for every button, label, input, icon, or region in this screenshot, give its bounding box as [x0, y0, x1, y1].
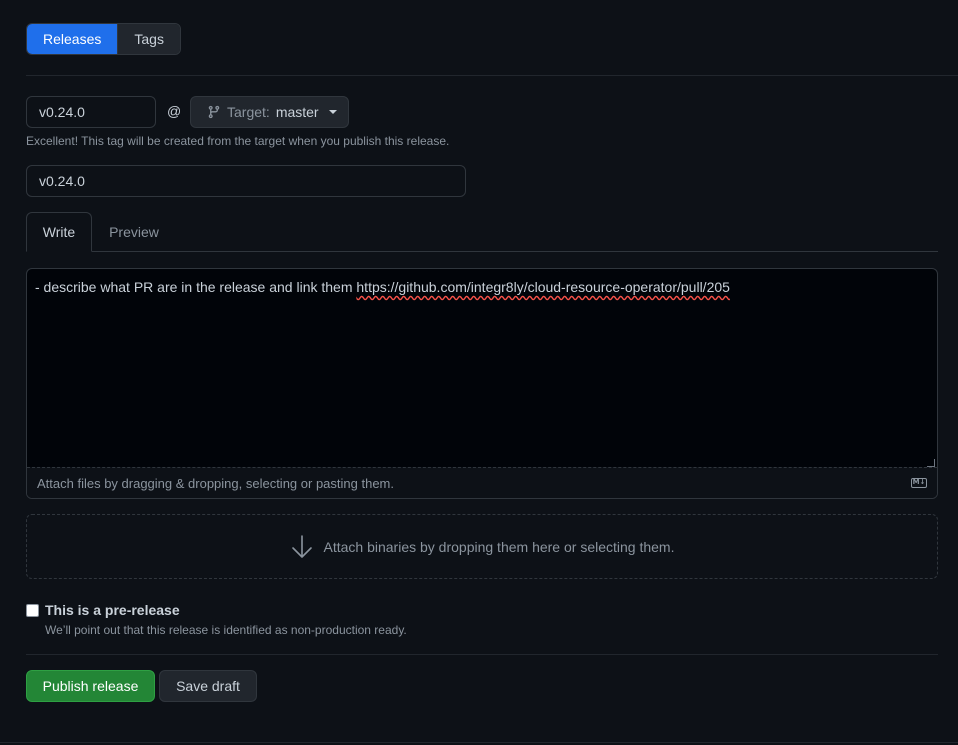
attach-files-text: Attach files by dragging & dropping, sel…	[37, 476, 394, 491]
at-symbol: @	[167, 103, 182, 119]
prerelease-description: We’ll point out that this release is ide…	[45, 623, 407, 637]
arrow-down-icon	[291, 534, 312, 558]
tab-tags[interactable]: Tags	[117, 24, 180, 54]
chevron-down-icon	[328, 110, 337, 114]
tab-releases[interactable]: Releases	[27, 24, 118, 54]
page-bottom-border	[0, 742, 958, 743]
save-draft-button[interactable]: Save draft	[159, 670, 257, 702]
release-notes-body: - describe what PR are in the release an…	[35, 279, 357, 295]
tag-input[interactable]	[26, 96, 156, 128]
target-label: Target:	[227, 104, 270, 120]
target-value: master	[275, 104, 319, 120]
release-title-input[interactable]	[26, 165, 466, 197]
dropzone-text: Attach binaries by dropping them here or…	[323, 538, 675, 555]
tag-hint: Excellent! This tag will be created from…	[26, 134, 450, 148]
resize-handle[interactable]	[927, 459, 935, 467]
pr-link[interactable]: https://github.com/integr8ly/cloud-resou…	[356, 279, 730, 295]
divider	[26, 75, 958, 76]
attach-files-bar[interactable]: Attach files by dragging & dropping, sel…	[27, 467, 937, 498]
binaries-dropzone[interactable]: Attach binaries by dropping them here or…	[26, 514, 938, 579]
prerelease-title: This is a pre-release	[45, 602, 180, 618]
release-notes-text[interactable]: - describe what PR are in the release an…	[35, 279, 730, 295]
publish-release-button[interactable]: Publish release	[26, 670, 155, 702]
releases-tags-switcher: Releases Tags	[26, 23, 181, 55]
divider	[26, 654, 938, 655]
release-notes-editor[interactable]: - describe what PR are in the release an…	[26, 268, 938, 499]
target-branch-button[interactable]: Target: master	[190, 96, 349, 128]
prerelease-checkbox[interactable]	[26, 604, 39, 617]
tab-preview[interactable]: Preview	[95, 212, 173, 252]
markdown-icon[interactable]: M↓	[911, 478, 927, 488]
git-branch-icon	[208, 105, 220, 119]
tab-write[interactable]: Write	[26, 212, 92, 252]
